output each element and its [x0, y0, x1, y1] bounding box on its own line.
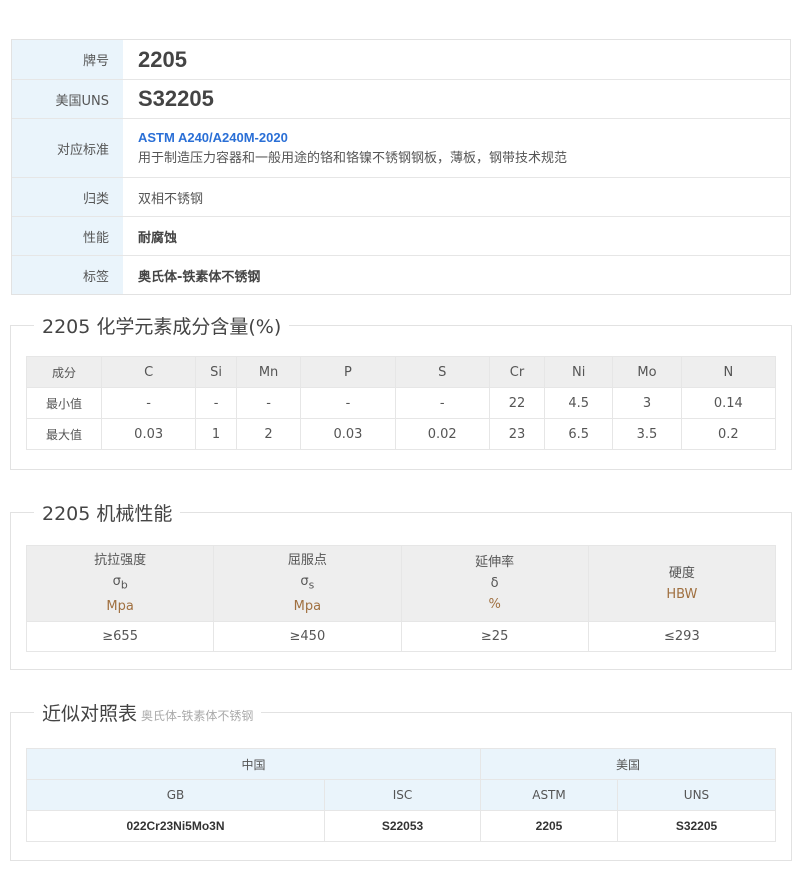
max-label: 最大值 — [26, 418, 102, 450]
elongation-header: 延伸率 δ % — [400, 545, 589, 622]
element-cell: Si — [195, 356, 237, 388]
category-value: 双相不锈钢 — [138, 191, 204, 207]
china-header: 中国 — [26, 748, 481, 780]
chemical-composition-panel: 2205 化学元素成分含量(%) 成分 C Si Mn P S Cr Ni Mo… — [10, 312, 792, 470]
elongation-value: ≥25 — [400, 621, 589, 652]
mechanical-values-row: ≥655 ≥450 ≥25 ≤293 — [25, 621, 777, 652]
max-cell: 2 — [235, 418, 302, 450]
yield-point-value: ≥450 — [213, 621, 402, 652]
chemical-title: 2205 化学元素成分含量(%) — [34, 312, 290, 339]
min-cell: 4.5 — [544, 387, 614, 419]
prop-unit: Mpa — [106, 598, 134, 614]
min-cell: - — [195, 387, 237, 419]
element-cell: P — [300, 356, 396, 388]
isc-value[interactable]: S22053 — [324, 810, 481, 842]
chemical-header-label: 成分 — [26, 356, 102, 388]
max-cell: 0.02 — [394, 418, 490, 450]
chemical-table: 成分 C Si Mn P S Cr Ni Mo N 最小值 - - - - - … — [26, 356, 777, 450]
isc-header: ISC — [324, 779, 481, 811]
element-cell: Mn — [235, 356, 302, 388]
chemical-max-row: 最大值 0.03 1 2 0.03 0.02 23 6.5 3.5 0.2 — [26, 418, 777, 450]
prop-symbol: δ — [490, 576, 499, 591]
yield-point-header: 屈服点 σs Mpa — [213, 545, 402, 622]
gb-header: GB — [26, 779, 325, 811]
grade-value: 2205 — [138, 46, 187, 72]
grade-row: 牌号 2205 — [12, 40, 790, 79]
standard-link[interactable]: ASTM A240/A240M-2020 — [138, 130, 790, 145]
max-cell: 3.5 — [612, 418, 682, 450]
comparison-title: 近似对照表 — [42, 703, 138, 725]
prop-name: 延伸率 — [475, 555, 515, 570]
prop-name: 硬度 — [668, 565, 695, 581]
comparison-subtitle: 奥氏体-铁素体不锈钢 — [141, 709, 254, 723]
comparison-country-row: 中国 美国 — [26, 748, 776, 780]
standard-description: 用于制造压力容器和一般用途的铬和铬镍不锈钢钢板，薄板，钢带技术规范 — [138, 151, 568, 166]
tag-value[interactable]: 奥氏体-铁素体不锈钢 — [138, 266, 790, 285]
uns-label: 美国UNS — [12, 80, 123, 118]
max-cell: 6.5 — [544, 418, 614, 450]
min-cell: 3 — [612, 387, 682, 419]
comparison-panel: 近似对照表 奥氏体-铁素体不锈钢 中国 美国 GB ISC ASTM UNS 02… — [10, 699, 792, 861]
category-row: 归类 双相不锈钢 — [12, 177, 790, 216]
max-cell: 0.03 — [100, 418, 197, 450]
tensile-strength-header: 抗拉强度 σb Mpa — [25, 545, 215, 622]
tag-label: 标签 — [12, 256, 123, 294]
gb-value[interactable]: 022Cr23Ni5Mo3N — [26, 810, 325, 842]
grade-label: 牌号 — [12, 40, 123, 79]
category-label: 归类 — [12, 178, 123, 216]
property-label: 性能 — [12, 217, 123, 255]
standard-row: 对应标准 ASTM A240/A240M-2020 用于制造压力容器和一般用途的… — [12, 118, 790, 177]
element-cell: Mo — [612, 356, 682, 388]
min-cell: - — [100, 387, 197, 419]
comparison-standard-row: GB ISC ASTM UNS — [26, 779, 776, 811]
min-cell: - — [235, 387, 302, 419]
max-cell: 1 — [195, 418, 237, 450]
min-cell: 22 — [488, 387, 546, 419]
mechanical-properties-panel: 2205 机械性能 抗拉强度 σb Mpa 屈服点 σs Mpa 延伸率 δ %… — [10, 499, 792, 670]
uns-header: UNS — [617, 779, 776, 811]
element-cell: C — [100, 356, 197, 388]
element-cell: S — [394, 356, 490, 388]
min-cell: 0.14 — [680, 387, 777, 419]
mechanical-header-row: 抗拉强度 σb Mpa 屈服点 σs Mpa 延伸率 δ % 硬度 HBW — [25, 545, 777, 622]
property-value: 耐腐蚀 — [138, 230, 178, 246]
astm-value[interactable]: 2205 — [480, 810, 618, 842]
uns-value: S32205 — [138, 86, 214, 111]
mechanical-title: 2205 机械性能 — [34, 499, 181, 526]
prop-unit: Mpa — [293, 598, 322, 614]
prop-symbol: σb — [112, 574, 128, 592]
property-row: 性能 耐腐蚀 — [12, 216, 790, 255]
tensile-strength-value: ≥655 — [25, 621, 215, 652]
min-cell: - — [300, 387, 396, 419]
max-cell: 23 — [488, 418, 546, 450]
element-cell: Cr — [488, 356, 546, 388]
uns-value[interactable]: S32205 — [617, 810, 776, 842]
usa-header: 美国 — [480, 748, 776, 780]
hardness-value: ≤293 — [587, 621, 777, 652]
mechanical-table: 抗拉强度 σb Mpa 屈服点 σs Mpa 延伸率 δ % 硬度 HBW ≥6… — [25, 545, 777, 652]
prop-name: 屈服点 — [287, 553, 327, 569]
chemical-min-row: 最小值 - - - - - 22 4.5 3 0.14 — [26, 387, 777, 419]
min-label: 最小值 — [26, 387, 102, 419]
max-cell: 0.2 — [680, 418, 777, 450]
standard-label: 对应标准 — [12, 119, 123, 177]
element-cell: Ni — [544, 356, 614, 388]
prop-name: 抗拉强度 — [94, 553, 147, 569]
uns-row: 美国UNS S32205 — [12, 79, 790, 118]
hardness-header: 硬度 HBW — [587, 545, 777, 622]
prop-unit: % — [488, 597, 501, 612]
max-cell: 0.03 — [300, 418, 396, 450]
min-cell: - — [394, 387, 490, 419]
element-cell: N — [680, 356, 777, 388]
prop-unit: HBW — [666, 586, 698, 602]
comparison-values-row: 022Cr23Ni5Mo3N S22053 2205 S32205 — [26, 810, 776, 842]
prop-symbol: σs — [300, 574, 315, 592]
chemical-header-row: 成分 C Si Mn P S Cr Ni Mo N — [26, 356, 777, 388]
grade-info-table: 牌号 2205 美国UNS S32205 对应标准 ASTM A240/A240… — [11, 39, 791, 295]
comparison-title-wrap: 近似对照表 奥氏体-铁素体不锈钢 — [34, 699, 262, 726]
astm-header: ASTM — [480, 779, 618, 811]
comparison-table: 中国 美国 GB ISC ASTM UNS 022Cr23Ni5Mo3N S22… — [26, 748, 776, 842]
tag-row: 标签 奥氏体-铁素体不锈钢 — [12, 255, 790, 294]
